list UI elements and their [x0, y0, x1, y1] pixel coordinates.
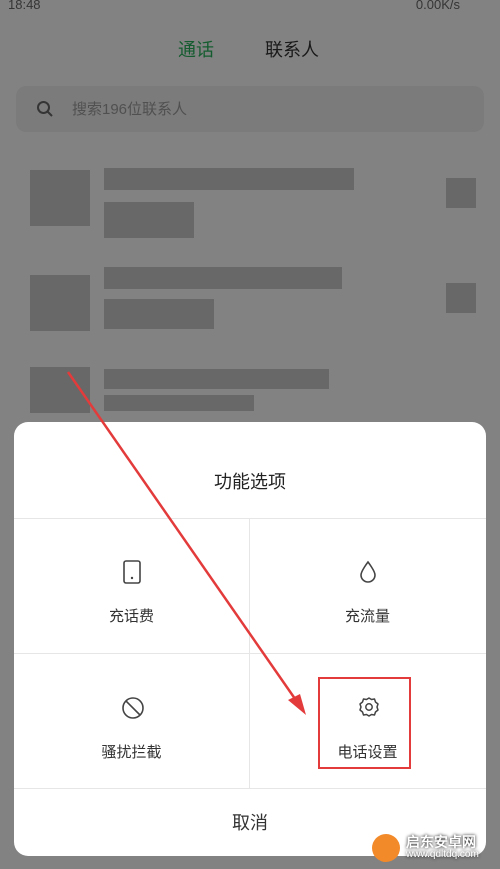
watermark-logo-icon [372, 834, 400, 862]
watermark: 启东安卓网 www.qdltdq.com [372, 832, 494, 864]
annotation-arrow [66, 371, 306, 715]
watermark-url: www.qdltdq.com [406, 849, 479, 860]
